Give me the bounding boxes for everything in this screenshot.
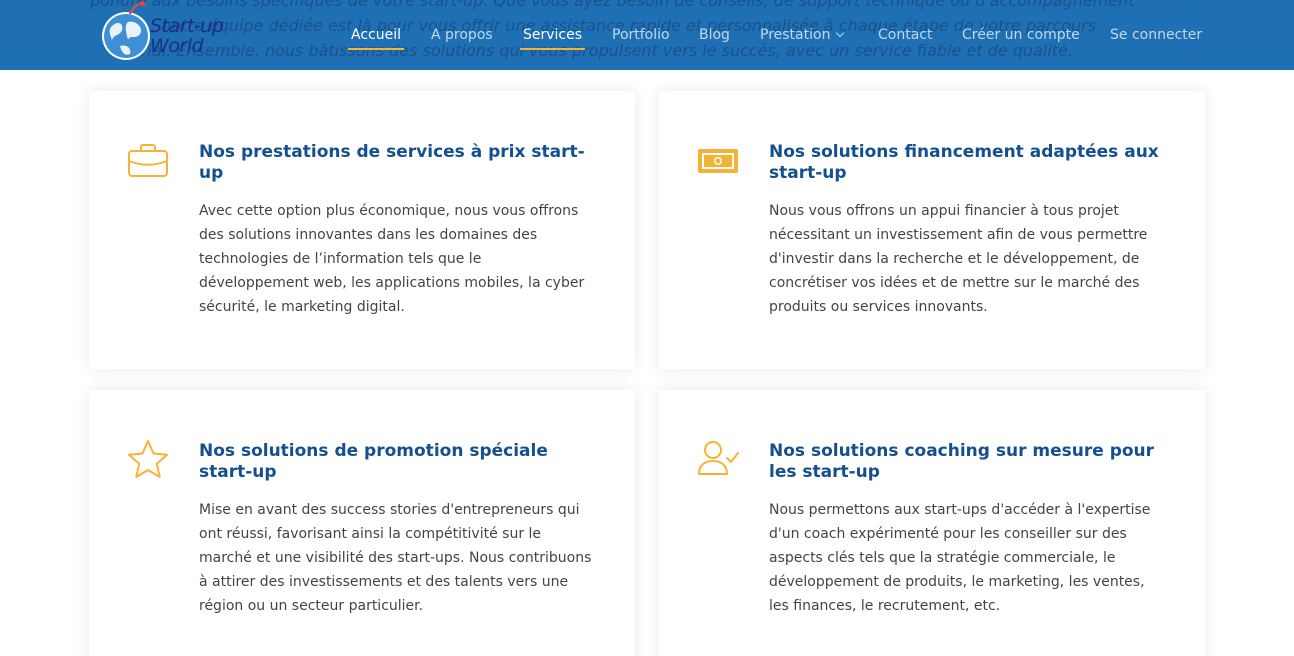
star-icon bbox=[128, 440, 168, 478]
nav-se-connecter[interactable]: Se connecter bbox=[1110, 26, 1202, 44]
service-card-promotion: Nos solutions de promotion spéciale star… bbox=[89, 390, 635, 656]
service-title: Nos solutions financement adaptées aux s… bbox=[769, 142, 1159, 183]
service-description: Avec cette option plus économique, nous … bbox=[199, 203, 585, 315]
service-description: Nous vous offrons un appui financier à t… bbox=[769, 203, 1148, 315]
service-description: Mise en avant des success stories d'entr… bbox=[199, 502, 592, 614]
nav-contact[interactable]: Contact bbox=[878, 26, 932, 44]
nav-blog[interactable]: Blog bbox=[699, 26, 730, 44]
cash-icon bbox=[698, 149, 738, 173]
service-card-coaching: Nos solutions coaching sur mesure pour l… bbox=[659, 390, 1205, 656]
briefcase-icon bbox=[128, 144, 168, 177]
chevron-down-icon bbox=[836, 28, 845, 38]
service-card-financement: Nos solutions financement adaptées aux s… bbox=[659, 91, 1205, 369]
site-header: pondre aux besoins spécifiques de votre … bbox=[0, 0, 1294, 70]
service-title: Nos prestations de services à prix start… bbox=[199, 142, 585, 183]
service-title: Nos solutions coaching sur mesure pour l… bbox=[769, 441, 1155, 482]
nav-prestation-label: Prestation bbox=[760, 27, 831, 43]
person-check-icon bbox=[698, 441, 739, 475]
nav-creer-compte[interactable]: Créer un compte bbox=[962, 26, 1080, 44]
nav-prestation-dropdown[interactable]: Prestation bbox=[760, 26, 845, 44]
service-card-prestations: Nos prestations de services à prix start… bbox=[89, 91, 635, 369]
main-nav: Accueil A propos Services Portfolio Blog… bbox=[0, 0, 1294, 70]
nav-accueil[interactable]: Accueil bbox=[348, 26, 404, 50]
service-title: Nos solutions de promotion spéciale star… bbox=[199, 441, 548, 482]
nav-portfolio[interactable]: Portfolio bbox=[612, 26, 670, 44]
nav-a-propos[interactable]: A propos bbox=[431, 26, 493, 44]
service-description: Nous permettons aux start-ups d'accéder … bbox=[769, 502, 1151, 614]
nav-services[interactable]: Services bbox=[519, 26, 586, 50]
